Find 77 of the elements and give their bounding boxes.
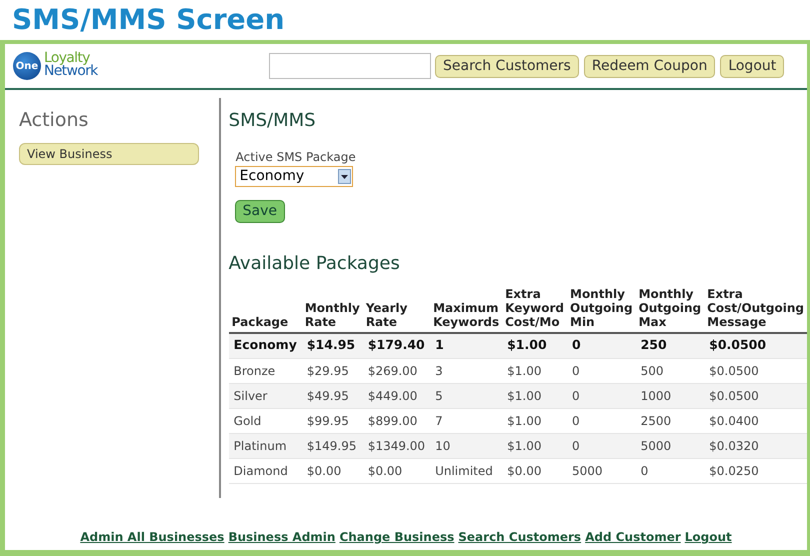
table-cell: Unlimited [435, 464, 493, 478]
table-cell: 1000 [640, 388, 672, 402]
table-cell: $0.0500 [709, 337, 766, 352]
table-cell: $0.00 [507, 464, 542, 478]
column-header: Maximum Keywords [433, 301, 500, 329]
table-cell: $1349.00 [368, 438, 426, 452]
column-header: Monthly Outgoing Min [570, 287, 633, 329]
table-cell: $1.00 [507, 438, 542, 452]
table-cell: 0 [572, 388, 580, 402]
table-cell: 1 [435, 337, 444, 352]
logo-text: Network [44, 65, 98, 78]
field-label: Active SMS Package [236, 149, 357, 166]
sidebar-button[interactable]: View Business [19, 142, 199, 164]
table-cell: 5 [435, 388, 443, 402]
table-cell: $0.0250 [709, 464, 759, 478]
table-cell: 0 [640, 464, 648, 478]
table-cell: 250 [640, 337, 667, 352]
table-cell: $1.00 [507, 414, 542, 428]
table-cell: $0.00 [306, 464, 342, 478]
table-cell: Bronze [234, 364, 276, 378]
section-title: Available Packages [228, 252, 401, 276]
footer-link[interactable]: Logout [684, 528, 732, 546]
column-header: Monthly Rate [304, 301, 360, 329]
logo-text: Loyalty [44, 52, 90, 65]
table-cell: 500 [640, 364, 664, 378]
table-cell: $899.00 [368, 414, 418, 428]
table-cell: $99.95 [306, 414, 349, 428]
table-cell: Silver [234, 388, 268, 402]
table-cell: $14.95 [306, 337, 356, 352]
table-cell: 5000 [640, 438, 672, 452]
table-cell: $1.00 [507, 364, 542, 378]
header-button[interactable]: Logout [720, 54, 784, 78]
package-dropdown[interactable]: Economy [234, 166, 353, 187]
table-cell: Platinum [234, 438, 287, 452]
page-title: SMS/MMS Screen [12, 6, 285, 34]
column-header: Yearly Rate [366, 301, 408, 329]
table-cell: 3 [435, 364, 443, 378]
table-cell: $449.00 [368, 388, 418, 402]
table-cell: $0.0500 [709, 388, 759, 402]
table-cell: $29.95 [306, 364, 349, 378]
table-cell: $49.95 [306, 388, 349, 402]
table-cell: $1.00 [507, 388, 542, 402]
footer-link[interactable]: Add Customer [585, 528, 681, 546]
table-cell: $0.0500 [709, 364, 759, 378]
table-cell: $149.95 [306, 438, 356, 452]
search-field[interactable] [269, 53, 431, 79]
sidebar-title: Actions [19, 108, 90, 133]
table-cell: $0.0400 [709, 414, 759, 428]
column-header: Monthly Outgoing Max [638, 287, 702, 329]
header-button[interactable]: Search Customers [435, 54, 579, 78]
table-cell: 2500 [640, 414, 672, 428]
footer-link[interactable]: Search Customers [458, 528, 582, 546]
header-button[interactable]: Redeem Coupon [584, 54, 716, 78]
table-cell: $269.00 [368, 364, 418, 378]
table-cell: 0 [572, 438, 580, 452]
footer-link[interactable]: Admin All Businesses [80, 528, 224, 546]
save-button[interactable]: Save [234, 200, 286, 223]
table-cell: 0 [572, 337, 581, 352]
table-cell: $0.00 [368, 464, 402, 478]
table-cell: 10 [435, 438, 450, 452]
table-cell: 0 [572, 414, 580, 428]
footer-link[interactable]: Business Admin [228, 528, 336, 546]
footer-link[interactable]: Change Business [339, 528, 454, 546]
table-cell: $1.00 [507, 337, 547, 352]
table-cell: $0.0320 [709, 438, 759, 452]
table-cell: Diamond [234, 464, 288, 478]
table-cell: Gold [234, 414, 262, 428]
column-header: Package [232, 315, 288, 329]
column-header: Extra Keyword Cost/Mo [505, 287, 564, 329]
logo-badge: One [13, 52, 41, 80]
table-cell: 5000 [572, 464, 603, 478]
table-cell: $179.40 [368, 337, 425, 352]
table-cell: 7 [435, 414, 443, 428]
table-cell: 0 [572, 364, 580, 378]
section-title: SMS/MMS [228, 109, 317, 133]
column-header: Extra Cost/Outgoing Message [707, 287, 804, 329]
table-cell: Economy [234, 337, 297, 352]
